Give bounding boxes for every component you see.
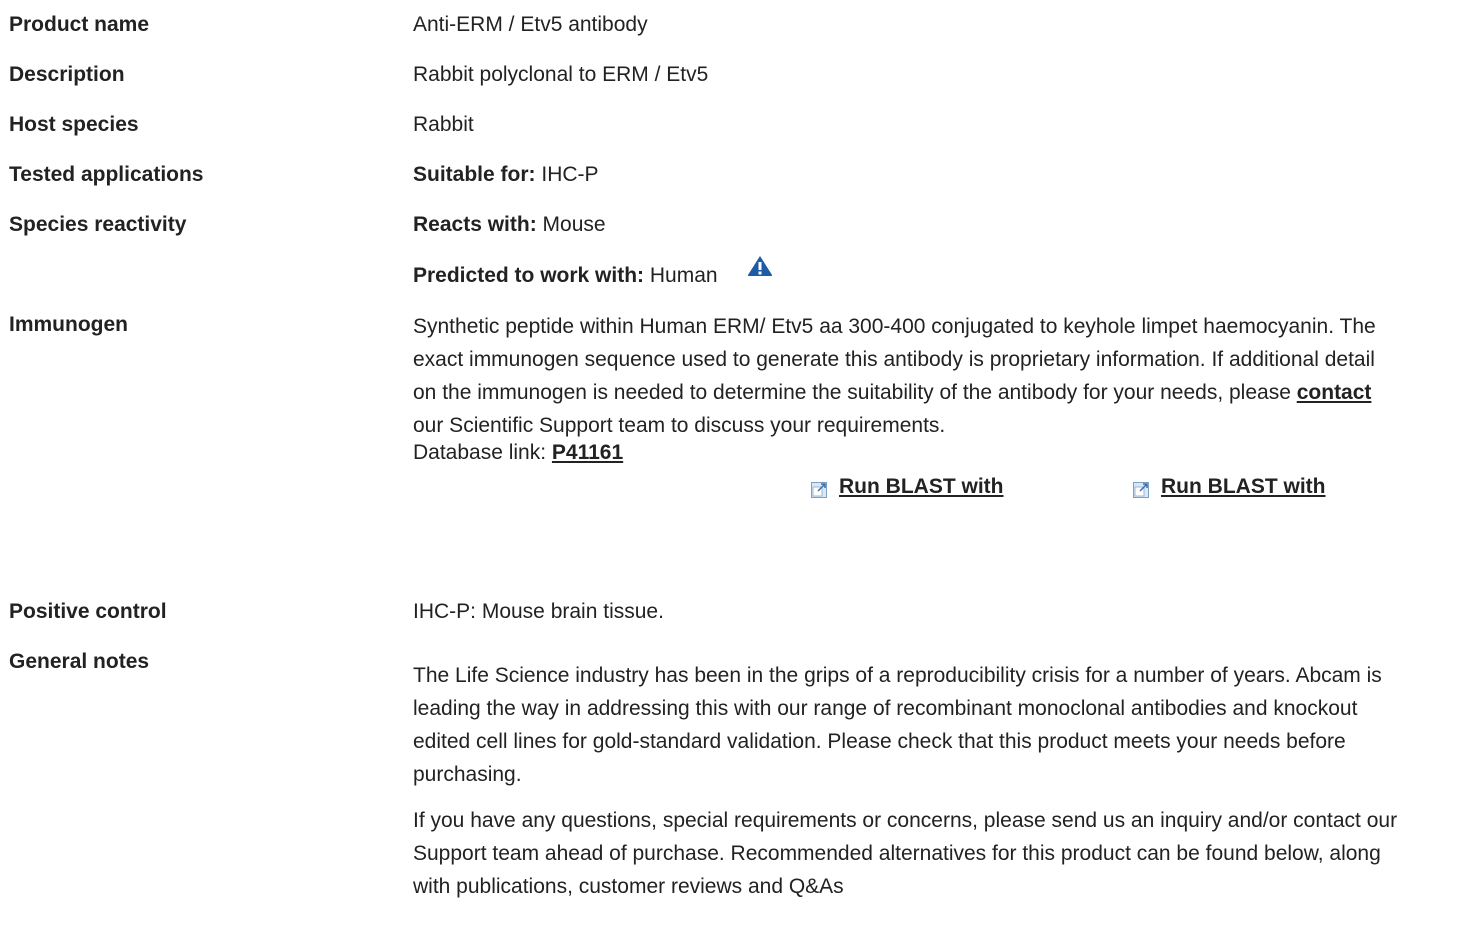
host-species-label: Host species <box>9 113 139 136</box>
general-notes-value: The Life Science industry has been in th… <box>413 647 1413 903</box>
general-notes-paragraph-1: The Life Science industry has been in th… <box>413 664 1382 786</box>
run-blast-label-1: Run BLAST with <box>839 475 1004 498</box>
description-label: Description <box>9 63 125 86</box>
species-reactivity-value: Reacts with: Mouse Predicted to work wit… <box>413 210 1449 291</box>
description-value: Rabbit polyclonal to ERM / Etv5 <box>413 63 709 86</box>
row-host-species: Host species Rabbit <box>9 110 1449 140</box>
row-species-reactivity: Species reactivity Reacts with: Mouse Pr… <box>9 210 1449 291</box>
database-link-line: Database link: P41161 <box>413 438 1403 468</box>
immunogen-text: Synthetic peptide within Human ERM/ Etv5… <box>413 310 1403 442</box>
external-link-icon <box>1133 477 1149 498</box>
reacts-with-value: Mouse <box>542 213 606 236</box>
run-blast-link-1[interactable]: Run BLAST with <box>811 472 1003 502</box>
database-link-p41161[interactable]: P41161 <box>552 441 623 464</box>
product-name-value: Anti-ERM / Etv5 antibody <box>413 13 648 36</box>
reacts-with-line: Reacts with: Mouse <box>413 210 1449 240</box>
reacts-with-prefix: Reacts with: <box>413 213 537 236</box>
row-general-notes: General notes The Life Science industry … <box>9 647 1449 903</box>
row-description: Description Rabbit polyclonal to ERM / E… <box>9 60 1449 90</box>
predicted-line: Predicted to work with: Human <box>413 256 1449 291</box>
blast-links-row: Run BLAST with Run BLAST with <box>413 468 1403 510</box>
tested-applications-label: Tested applications <box>9 163 204 186</box>
row-tested-applications: Tested applications Suitable for: IHC-P <box>9 160 1449 190</box>
species-reactivity-label: Species reactivity <box>9 213 187 236</box>
warning-triangle-icon[interactable] <box>747 255 773 286</box>
tested-applications-value: Suitable for: IHC-P <box>413 160 1449 190</box>
predicted-value: Human <box>649 264 718 287</box>
row-immunogen: Immunogen Synthetic peptide within Human… <box>9 310 1449 510</box>
database-link-prefix: Database link: <box>413 441 547 464</box>
host-species-value: Rabbit <box>413 113 474 136</box>
general-notes-paragraph-2: If you have any questions, special requi… <box>413 809 1398 898</box>
suitable-for-prefix: Suitable for: <box>413 163 536 186</box>
immunogen-text-after: our Scientific Support team to discuss y… <box>413 414 946 437</box>
run-blast-label-2: Run BLAST with <box>1161 475 1326 498</box>
general-notes-label: General notes <box>9 650 150 673</box>
predicted-prefix: Predicted to work with: <box>413 264 645 287</box>
positive-control-label: Positive control <box>9 600 167 623</box>
product-name-label: Product name <box>9 13 150 36</box>
contact-link[interactable]: contact <box>1297 381 1372 404</box>
row-product-name: Product name Anti-ERM / Etv5 antibody <box>9 10 1449 40</box>
external-link-icon <box>811 477 827 498</box>
immunogen-value: Synthetic peptide within Human ERM/ Etv5… <box>413 310 1403 510</box>
row-positive-control: Positive control IHC-P: Mouse brain tiss… <box>9 597 1449 627</box>
immunogen-text-before: Synthetic peptide within Human ERM/ Etv5… <box>413 315 1376 404</box>
positive-control-value: IHC-P: Mouse brain tissue. <box>413 600 664 623</box>
run-blast-link-2[interactable]: Run BLAST with <box>1133 472 1325 502</box>
suitable-for-value: IHC-P <box>541 163 599 186</box>
immunogen-label: Immunogen <box>9 313 128 336</box>
